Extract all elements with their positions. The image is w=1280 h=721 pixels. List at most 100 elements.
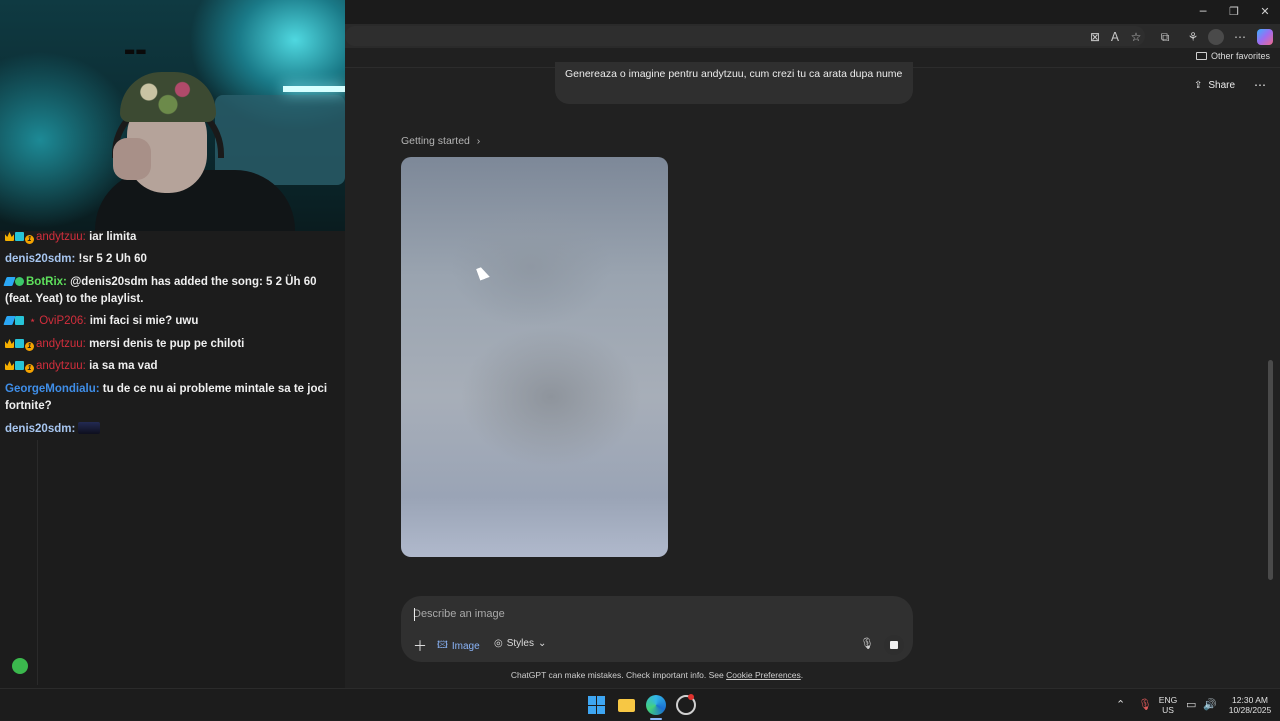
language-label: ENG: [1158, 695, 1178, 705]
chat-divider: [37, 440, 38, 685]
image-icon: 🖾: [437, 640, 448, 651]
grid-badge-icon: [15, 361, 24, 370]
composer: ＋ 🖾 Image ◎ Styles ⌄ 🎙: [401, 596, 913, 662]
settings-more-icon[interactable]: ⋯: [1232, 29, 1248, 45]
camera-off-icon[interactable]: ⊠: [1087, 29, 1103, 45]
share-button[interactable]: ⇪ Share: [1194, 80, 1235, 91]
chat-username[interactable]: GeorgeMondialu:: [5, 383, 100, 395]
folder-icon: [1195, 52, 1207, 60]
cookie-preferences-link[interactable]: Cookie Preferences: [726, 670, 801, 680]
badges: 1: [5, 358, 35, 375]
date-label: 10/28/2025: [1228, 705, 1272, 715]
robot-icon[interactable]: [12, 658, 28, 674]
grid-badge-icon: [15, 339, 24, 348]
crown-badge-icon: [5, 339, 14, 348]
user-message-bubble: Genereaza o imagine pentru andytzuu, cum…: [555, 62, 913, 104]
chat-message: denis20sdm: !sr 5 2 Uh 60: [5, 251, 340, 268]
getting-started-link[interactable]: Getting started ›: [401, 135, 480, 147]
other-favorites-button[interactable]: Other favorites: [1195, 51, 1270, 61]
stop-icon: [890, 641, 898, 649]
chat-message: BotRix: @denis20sdm has added the song: …: [3, 274, 340, 308]
chat-message: 1 andytzuu: mersi denis te pup pe chiloti: [5, 336, 340, 353]
chat-emote: [78, 422, 101, 434]
page-scrollbar[interactable]: [1268, 360, 1273, 580]
start-tile-icon: [597, 696, 605, 705]
pin-badge-icon: [3, 316, 16, 325]
share-icon: ⇪: [1194, 80, 1203, 91]
grid-badge-icon: [15, 316, 24, 325]
prompt-input[interactable]: [413, 604, 813, 624]
badges: 1: [5, 336, 35, 353]
tray-overflow-icon[interactable]: ⌃: [1116, 698, 1125, 711]
chat-message: ⋆ OviP206: imi faci si mie? uwu: [3, 313, 340, 330]
chevron-right-icon: ›: [476, 135, 481, 147]
extensions-icon[interactable]: ⧉: [1157, 29, 1173, 45]
image-tool-chip[interactable]: 🖾 Image: [437, 638, 480, 655]
webcam-hand: [113, 138, 151, 180]
text-caret: [414, 608, 415, 621]
chat-text: mersi denis te pup pe chiloti: [89, 338, 245, 350]
crown-badge-icon: [5, 361, 14, 370]
chat-message: denis20sdm:: [5, 421, 340, 438]
bot-badge-icon: [15, 277, 24, 286]
palette-icon: ◎: [494, 638, 503, 649]
crown-badge-icon: [5, 232, 14, 241]
add-icon[interactable]: ＋: [413, 636, 427, 656]
restore-button[interactable]: ❐: [1219, 3, 1249, 21]
disclaimer-text: ChatGPT can make mistakes. Check importa…: [510, 670, 727, 680]
file-explorer-button[interactable]: [617, 695, 637, 715]
one-badge-icon: 1: [25, 364, 34, 373]
chat-message: GeorgeMondialu: tu de ce nu ai probleme …: [5, 381, 340, 415]
windows-taskbar: ⌃ 🎙 ENG US ▭ 🔊 12:30 AM 10/28/2025: [0, 688, 1280, 720]
url-field[interactable]: [345, 26, 1145, 46]
badges: [3, 274, 25, 291]
clock[interactable]: 12:30 AM 10/28/2025: [1222, 689, 1278, 721]
read-aloud-icon[interactable]: A: [1107, 29, 1123, 45]
volume-icon[interactable]: 🔊: [1203, 698, 1217, 711]
webcam-cap: [120, 72, 216, 122]
chat-text: ia sa ma vad: [89, 360, 158, 372]
styles-label: Styles: [506, 638, 534, 649]
webcam-led-light: [283, 86, 345, 92]
chat-username[interactable]: OviP206:: [39, 315, 86, 327]
styles-dropdown[interactable]: ◎ Styles ⌄: [494, 638, 546, 649]
minimize-button[interactable]: ─: [1188, 3, 1218, 21]
share-label: Share: [1208, 80, 1236, 91]
webcam-overlay: ▬▬: [0, 0, 345, 231]
more-options-icon[interactable]: ⋯: [1254, 78, 1266, 92]
microphone-tray-icon[interactable]: 🎙: [1138, 698, 1152, 711]
grid-badge-icon: [15, 232, 24, 241]
badges: [3, 313, 25, 330]
other-favorites-label: Other favorites: [1210, 51, 1270, 61]
chat-username[interactable]: BotRix:: [26, 276, 67, 288]
network-icon[interactable]: ▭: [1186, 698, 1196, 711]
chat-username[interactable]: andytzuu:: [36, 360, 86, 372]
disclaimer-period: .: [800, 670, 804, 680]
edge-browser-button[interactable]: [646, 695, 666, 715]
close-window-button[interactable]: ✕: [1250, 3, 1280, 21]
chat-username[interactable]: denis20sdm:: [5, 253, 75, 265]
collections-icon[interactable]: ⚘: [1185, 29, 1201, 45]
start-tile-icon: [588, 705, 596, 714]
one-badge-icon: 1: [25, 342, 34, 351]
stop-generating-button[interactable]: [884, 635, 904, 655]
chat-username[interactable]: andytzuu:: [36, 338, 86, 350]
chat-username[interactable]: andytzuu:: [36, 231, 86, 243]
favorite-star-icon[interactable]: ☆: [1128, 29, 1144, 45]
pin-badge-icon: [3, 277, 16, 286]
start-tile-icon: [588, 696, 596, 705]
microphone-icon[interactable]: 🎙: [860, 637, 874, 650]
language-indicator[interactable]: ENG US: [1156, 689, 1180, 721]
chevron-down-icon: ⌄: [537, 638, 547, 649]
generated-image[interactable]: [401, 157, 668, 557]
start-button[interactable]: [587, 695, 607, 715]
chat-username[interactable]: denis20sdm:: [5, 423, 75, 435]
folder-icon: [618, 699, 635, 712]
profile-avatar[interactable]: [1208, 29, 1224, 45]
badges: 1: [5, 229, 35, 246]
wall-sign: ▬▬: [124, 44, 147, 58]
star-prefix: ⋆: [29, 315, 37, 327]
chat-message: 1 andytzuu: iar limita: [5, 229, 340, 246]
image-chip-label: Image: [451, 641, 480, 652]
copilot-icon[interactable]: [1257, 29, 1273, 45]
